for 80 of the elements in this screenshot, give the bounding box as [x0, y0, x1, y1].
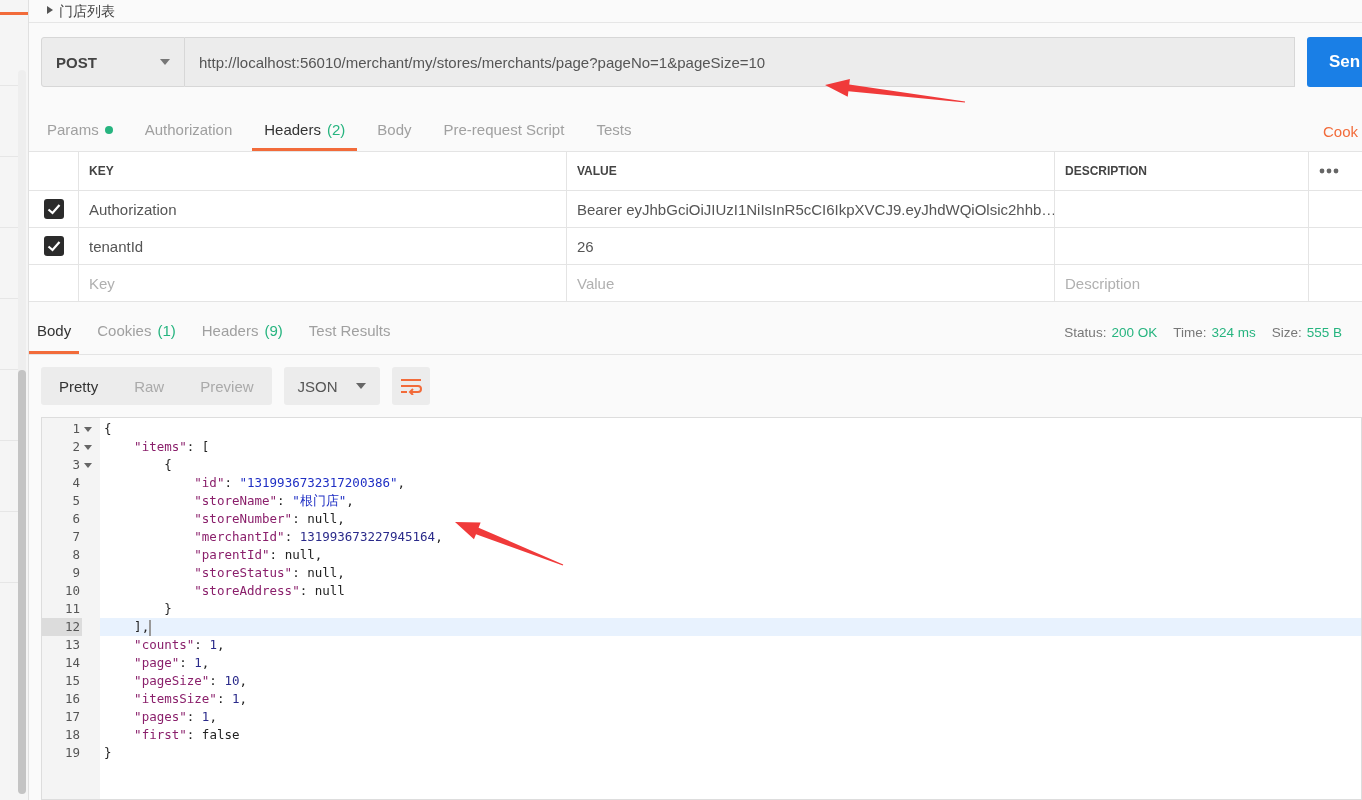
table-cell: Bearer eyJhbGciOiJIUzI1NiIsInR5cCI6IkpXVCJ9.eyJhdWQiOlsic2hhb… — [567, 191, 1055, 228]
column-header: DESCRIPTION — [1055, 152, 1309, 191]
code-line: "storeStatus": null, — [193, 564, 346, 582]
line-number: 7 — [71, 528, 81, 546]
status-text: Status: 200 OK — [1064, 324, 1158, 340]
code-line: "pages": 1, — [133, 708, 218, 726]
line-number: 3 — [71, 456, 81, 474]
checkbox[interactable] — [43, 199, 64, 219]
caret-icon — [160, 59, 170, 65]
wrap-icon — [399, 377, 422, 395]
column-header: KEY — [79, 152, 567, 191]
caret-icon — [355, 383, 366, 389]
code-line: "parentId": null, — [193, 546, 324, 564]
fold-icon[interactable] — [84, 462, 92, 468]
line-number: 4 — [71, 474, 81, 492]
status-text: Time: 324 ms — [1173, 324, 1256, 340]
line-number: 11 — [63, 600, 81, 618]
line-number: 13 — [63, 636, 81, 654]
wrap-button[interactable] — [391, 367, 430, 405]
request-tab[interactable]: Pre-request Script — [431, 111, 577, 151]
line-number: 9 — [71, 564, 81, 582]
code-line: "counts": 1, — [133, 636, 226, 654]
code-line: "id": "1319936732317200386", — [193, 474, 407, 492]
line-number: 16 — [63, 690, 81, 708]
code-line: "items": [ — [133, 438, 211, 456]
column-header: VALUE — [567, 152, 1055, 191]
caret-icon[interactable] — [47, 6, 53, 14]
code-line: "pageSize": 10, — [133, 672, 248, 690]
line-number: 17 — [63, 708, 81, 726]
response-tab[interactable]: Cookies (1) — [89, 310, 184, 354]
request-title: 门店列表 — [59, 3, 115, 19]
format-dropdown[interactable]: JSON — [283, 367, 380, 405]
line-number: 6 — [71, 510, 81, 528]
fold-icon[interactable] — [84, 444, 92, 450]
request-tab[interactable]: Tests — [584, 111, 644, 151]
code-line: { — [103, 420, 113, 438]
code-line: } — [163, 600, 173, 618]
scrollbar[interactable] — [18, 70, 26, 794]
code-line: "page": 1, — [133, 654, 211, 672]
table-cell: tenantId — [79, 228, 567, 265]
line-number: 15 — [63, 672, 81, 690]
request-tab[interactable]: Params — [35, 111, 125, 151]
table-cell: 26 — [567, 228, 1055, 265]
line-number: 14 — [63, 654, 81, 672]
response-tab[interactable]: Test Results — [300, 310, 399, 354]
line-number: 5 — [71, 492, 81, 510]
response-tab[interactable]: Headers (9) — [193, 310, 291, 354]
status-text: Size: 555 B — [1271, 324, 1342, 340]
fold-icon[interactable] — [84, 426, 92, 432]
code-line: "first": false — [133, 726, 241, 744]
line-number: 1 — [71, 420, 81, 438]
view-mode-button[interactable]: Preview — [182, 367, 272, 405]
response-tab[interactable]: Body — [29, 310, 80, 354]
method-dropdown[interactable]: POST — [41, 37, 185, 87]
code-line: "storeAddress": null — [193, 582, 346, 600]
code-line: "storeName": "根门店", — [193, 492, 355, 510]
code-line: { — [163, 456, 173, 474]
cookies-link[interactable]: Cook — [1322, 123, 1358, 140]
url-field[interactable]: http://localhost:56010/merchant/my/stores/merchants/page?pageNo=1&pageSize=10 — [185, 37, 1295, 87]
checkbox[interactable] — [43, 236, 64, 256]
line-number: 2 — [71, 438, 81, 456]
request-tab[interactable]: Authorization — [132, 111, 245, 151]
view-mode-button[interactable]: Pretty — [41, 367, 117, 405]
code-line: } — [103, 744, 113, 762]
line-number: 12 — [42, 618, 82, 636]
line-number: 18 — [63, 726, 81, 744]
line-number: 10 — [63, 582, 81, 600]
code-line: "merchantId": 131993673227945164, — [193, 528, 444, 546]
line-number: 8 — [71, 546, 81, 564]
request-tab[interactable]: Body — [365, 111, 424, 151]
send-button[interactable]: Sen — [1307, 37, 1362, 87]
value-input[interactable]: Value — [567, 265, 1055, 302]
key-input[interactable]: Key — [79, 265, 567, 302]
line-number: 19 — [63, 744, 81, 762]
description-input[interactable]: Description — [1055, 265, 1309, 302]
view-mode-button[interactable]: Raw — [116, 367, 183, 405]
more-icon[interactable] — [1319, 168, 1339, 174]
table-cell: Authorization — [79, 191, 567, 228]
code-line: "storeNumber": null, — [193, 510, 346, 528]
code-line: "itemsSize": 1, — [133, 690, 248, 708]
